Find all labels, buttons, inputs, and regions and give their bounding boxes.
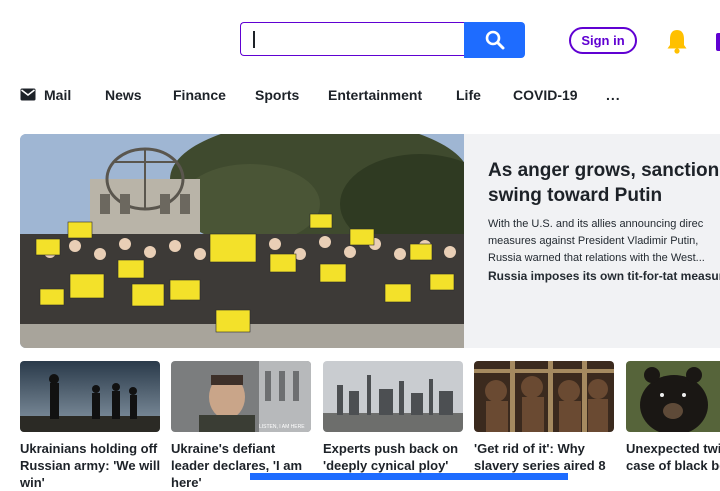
protest-photo [20, 134, 464, 348]
nav-item-mail[interactable]: Mail [44, 86, 71, 104]
story-thumbnail [626, 361, 720, 432]
sign-in-button[interactable]: Sign in [569, 27, 637, 54]
story-title-line-3: win' [20, 475, 45, 490]
story-title-line-1: Unexpected twis [626, 441, 720, 456]
nav-more-button[interactable]: ... [606, 86, 621, 104]
search-input[interactable] [240, 22, 464, 56]
mail-icon-partial[interactable] [716, 33, 720, 51]
hero-summary-line-2: measures against President Vladimir Puti… [488, 235, 699, 247]
story-title: Ukraine's defiant leader declares, 'I am… [171, 440, 311, 491]
story-thumbnail [323, 361, 463, 432]
scroll-progress-bar [250, 473, 568, 480]
hero-summary: With the U.S. and its allies announcing … [488, 216, 720, 267]
hero-image[interactable] [20, 134, 464, 348]
story-title: Ukrainians holding off Russian army: 'We… [20, 440, 160, 491]
story-thumbnail [474, 361, 614, 432]
hero-headline[interactable]: As anger grows, sanction swing toward Pu… [488, 158, 720, 208]
search-icon [485, 30, 504, 50]
nav-item-entertainment[interactable]: Entertainment [328, 86, 422, 104]
story-title-line-2: Russian army: 'We will [20, 458, 160, 473]
story-title-line-1: Ukraine's defiant [171, 441, 276, 456]
nav-item-sports[interactable]: Sports [255, 86, 299, 104]
story-card[interactable]: LISTEN, I AM HERE Ukraine's defiant lead… [171, 361, 311, 491]
hero-headline-line-1: As anger grows, sanction [488, 160, 720, 181]
story-card[interactable]: Unexpected twis case of black be [626, 361, 720, 474]
story-title-line-2: 'deeply cynical ploy' [323, 458, 449, 473]
story-title-line-1: Ukrainians holding off [20, 441, 158, 456]
story-card[interactable]: Ukrainians holding off Russian army: 'We… [20, 361, 160, 491]
story-title-line-1: Experts push back on [323, 441, 459, 456]
hero-story-panel[interactable]: As anger grows, sanction swing toward Pu… [464, 134, 720, 348]
story-title: Unexpected twis case of black be [626, 440, 720, 474]
search-button[interactable] [464, 22, 525, 58]
story-title-line-2: slavery series aired 8 [474, 458, 606, 473]
hero-summary-line-1: With the U.S. and its allies announcing … [488, 218, 704, 230]
hero-related-link[interactable]: Russia imposes its own tit-for-tat measu… [488, 269, 720, 283]
bell-icon[interactable] [663, 27, 691, 55]
story-title: Experts push back on 'deeply cynical plo… [323, 440, 463, 474]
hero-summary-line-3: Russia warned that relations with the We… [488, 252, 705, 264]
story-card[interactable]: Experts push back on 'deeply cynical plo… [323, 361, 463, 474]
nav-item-life[interactable]: Life [456, 86, 481, 104]
text-caret [253, 31, 255, 48]
story-card[interactable]: 'Get rid of it': Why slavery series aire… [474, 361, 614, 474]
nav-item-covid-19[interactable]: COVID-19 [513, 86, 578, 104]
nav-item-finance[interactable]: Finance [173, 86, 226, 104]
nav-item-news[interactable]: News [105, 86, 142, 104]
story-title-line-2: case of black be [626, 458, 720, 473]
mail-icon [20, 88, 36, 101]
story-thumbnail: LISTEN, I AM HERE [171, 361, 311, 432]
thumbnail-caption: LISTEN, I AM HERE [259, 424, 305, 430]
story-title-line-1: 'Get rid of it': Why [474, 441, 585, 456]
hero-headline-line-2: swing toward Putin [488, 185, 663, 206]
story-title: 'Get rid of it': Why slavery series aire… [474, 440, 614, 474]
story-thumbnail [20, 361, 160, 432]
story-title-line-2: leader declares, 'I am [171, 458, 303, 473]
